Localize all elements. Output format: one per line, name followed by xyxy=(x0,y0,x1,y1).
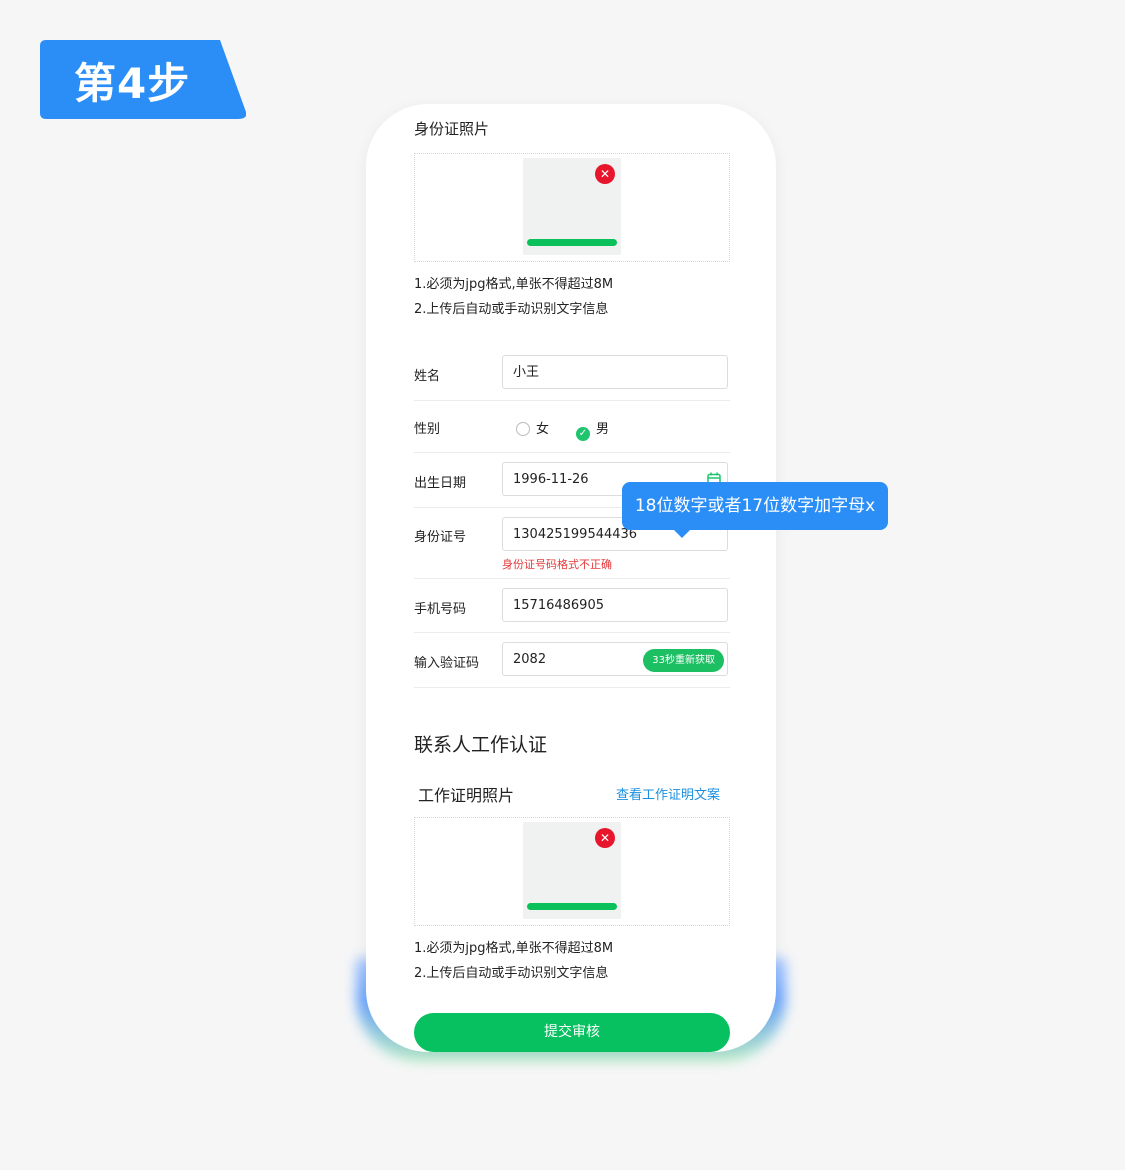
phone-input[interactable]: 15716486905 xyxy=(502,588,728,622)
phone-screen: 身份证照片 ✕ 1.必须为jpg格式,单张不得超过8M 2.上传后自动或手动识别… xyxy=(366,104,776,1052)
birthdate-value: 1996-11-26 xyxy=(513,472,589,487)
id-photo-note-1: 1.必须为jpg格式,单张不得超过8M xyxy=(414,277,614,292)
id-photo-upload-area[interactable]: ✕ xyxy=(414,153,730,262)
verify-code-value: 2082 xyxy=(513,652,547,667)
work-photo-thumbnail: ✕ xyxy=(523,822,621,919)
step-badge-label: 第4步 xyxy=(74,59,191,108)
radio-unchecked-icon xyxy=(516,422,530,436)
gender-option-male-label: 男 xyxy=(596,422,610,437)
submit-button[interactable]: 提交审核 xyxy=(414,1013,730,1052)
birthdate-label: 出生日期 xyxy=(414,476,467,491)
name-row: 姓名 小王 xyxy=(414,349,730,401)
work-photo-upload-area[interactable]: ✕ xyxy=(414,817,730,926)
step-badge: 第4步 xyxy=(40,40,246,119)
id-number-error: 身份证号码格式不正确 xyxy=(502,558,612,571)
work-photo-notes: 1.必须为jpg格式,单张不得超过8M 2.上传后自动或手动识别文字信息 xyxy=(414,936,613,986)
resend-code-button[interactable]: 33秒重新获取 xyxy=(643,649,724,672)
radio-checked-icon: ✓ xyxy=(576,427,590,441)
verify-code-label: 输入验证码 xyxy=(414,656,480,671)
id-photo-thumbnail: ✕ xyxy=(523,158,621,255)
upload-progress-bar xyxy=(527,239,617,246)
gender-option-female[interactable]: 女 xyxy=(516,418,549,437)
id-number-label: 身份证号 xyxy=(414,530,467,545)
work-photo-note-2: 2.上传后自动或手动识别文字信息 xyxy=(414,966,609,981)
close-icon[interactable]: ✕ xyxy=(595,828,615,848)
phone-label: 手机号码 xyxy=(414,602,467,617)
gender-option-male[interactable]: ✓ 男 xyxy=(576,418,609,441)
phone-row: 手机号码 15716486905 xyxy=(414,579,730,633)
work-photo-title: 工作证明照片 xyxy=(418,786,515,805)
gender-label: 性别 xyxy=(414,422,441,437)
id-format-tooltip: 18位数字或者17位数字加字母x xyxy=(622,482,888,538)
upload-progress-bar xyxy=(527,903,617,910)
verify-code-input[interactable]: 2082 33秒重新获取 xyxy=(502,642,728,676)
gender-option-female-label: 女 xyxy=(536,422,550,437)
verify-code-row: 输入验证码 2082 33秒重新获取 xyxy=(414,633,730,688)
work-section-title: 联系人工作认证 xyxy=(414,734,548,756)
id-photo-note-2: 2.上传后自动或手动识别文字信息 xyxy=(414,302,609,317)
close-icon[interactable]: ✕ xyxy=(595,164,615,184)
name-label: 姓名 xyxy=(414,369,441,384)
id-photo-notes: 1.必须为jpg格式,单张不得超过8M 2.上传后自动或手动识别文字信息 xyxy=(414,272,613,322)
gender-row: 性别 女 ✓ 男 xyxy=(414,401,730,453)
id-photo-title: 身份证照片 xyxy=(414,120,490,138)
name-input[interactable]: 小王 xyxy=(502,355,728,389)
work-photo-note-1: 1.必须为jpg格式,单张不得超过8M xyxy=(414,941,614,956)
view-work-proof-link[interactable]: 查看工作证明文案 xyxy=(616,784,720,803)
